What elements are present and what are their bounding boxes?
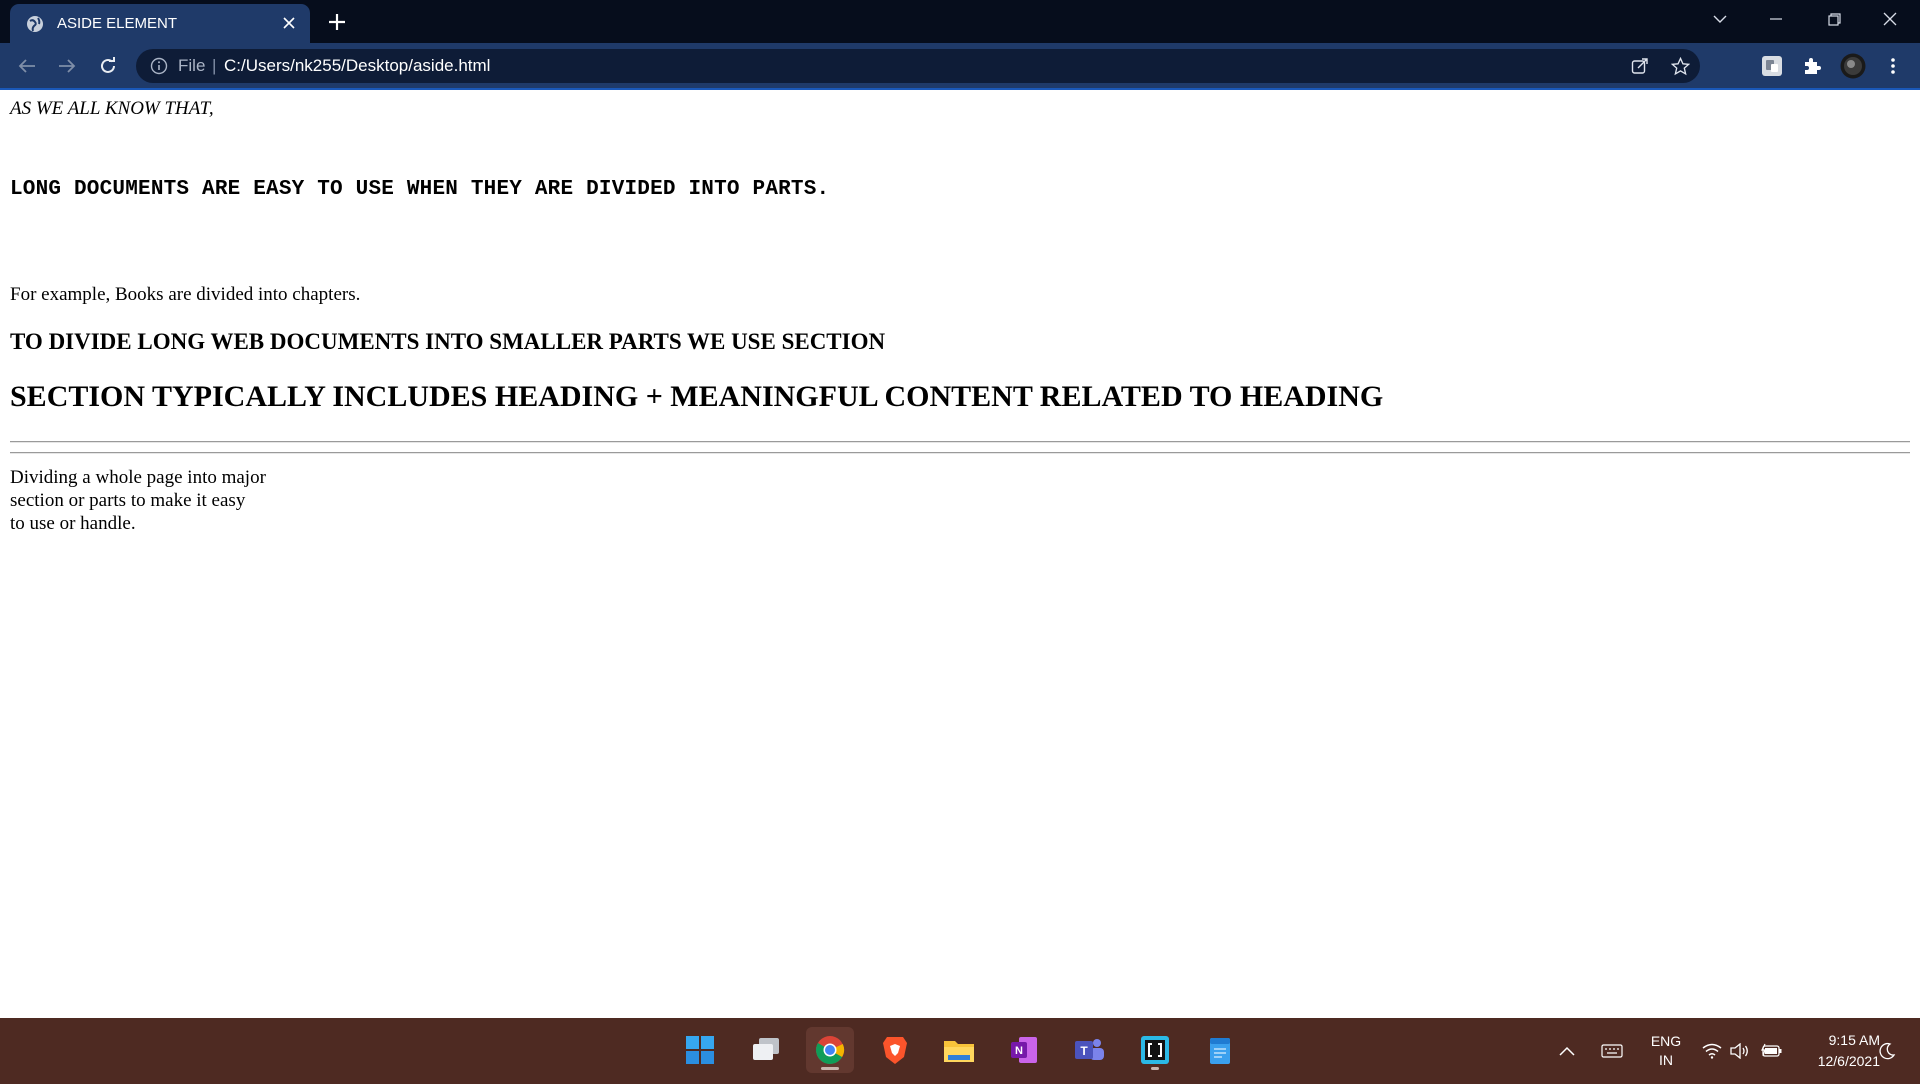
teams-icon[interactable]: T [1065, 1027, 1113, 1073]
running-indicator [821, 1067, 839, 1070]
windows-taskbar: N T ENG IN 9:15 AM 12/6/2021 [0, 1018, 1920, 1084]
aside-line: Dividing a whole page into major [10, 467, 266, 488]
browser-toolbar: File | C:/Users/nk255/Desktop/aside.html [0, 43, 1920, 90]
chevron-up-icon[interactable] [1556, 1040, 1578, 1062]
address-scheme: File [178, 56, 206, 75]
intro-text: AS WE ALL KNOW THAT, [10, 98, 214, 119]
bookmark-star-icon[interactable] [1668, 56, 1692, 76]
running-indicator [1151, 1067, 1159, 1070]
extensions-puzzle-icon[interactable] [1799, 53, 1825, 79]
minimize-button[interactable] [1748, 0, 1804, 38]
forward-button[interactable] [51, 50, 83, 82]
address-separator-icon: | [212, 56, 217, 75]
brave-icon[interactable] [871, 1027, 919, 1073]
tab-title: ASIDE ELEMENT [57, 15, 178, 32]
onenote-icon[interactable]: N [1000, 1027, 1048, 1073]
tab-aside-element[interactable]: ASIDE ELEMENT [10, 4, 310, 43]
chrome-icon[interactable] [806, 1027, 854, 1073]
aside-block: Dividing a whole page into major section… [10, 466, 310, 535]
file-explorer-icon[interactable] [935, 1027, 983, 1073]
wifi-icon[interactable] [1701, 1040, 1723, 1062]
share-icon[interactable] [1628, 56, 1652, 76]
focus-moon-icon[interactable] [1876, 1040, 1898, 1062]
tab-strip: ASIDE ELEMENT [0, 0, 1920, 43]
divider-bottom [10, 452, 1910, 454]
extension-tile-icon[interactable] [1759, 53, 1785, 79]
example-paragraph: For example, Books are divided into chap… [10, 284, 361, 305]
region-code: IN [1659, 1052, 1673, 1068]
notepad-icon[interactable] [1196, 1027, 1244, 1073]
back-button[interactable] [11, 50, 43, 82]
bracket-editor-icon[interactable] [1131, 1027, 1179, 1073]
section-heading-h3: TO DIVIDE LONG WEB DOCUMENTS INTO SMALLE… [10, 329, 886, 354]
info-icon[interactable] [150, 57, 168, 80]
page-viewport: AS WE ALL KNOW THAT, LONG DOCUMENTS ARE … [0, 90, 1920, 1018]
language-indicator[interactable]: ENG IN [1640, 1032, 1692, 1070]
clock-date: 12/6/2021 [1817, 1053, 1880, 1069]
restore-button[interactable] [1806, 0, 1862, 38]
globe-icon [25, 14, 45, 34]
battery-charging-icon[interactable] [1761, 1040, 1783, 1062]
divider-top [10, 441, 1910, 443]
menu-kebab-icon[interactable] [1880, 53, 1906, 79]
aside-line: to use or handle. [10, 513, 136, 534]
volume-icon[interactable] [1728, 1040, 1750, 1062]
close-window-button[interactable] [1862, 0, 1918, 38]
address-bar[interactable]: File | C:/Users/nk255/Desktop/aside.html [136, 49, 1700, 83]
start-windows-icon[interactable] [676, 1027, 724, 1073]
task-view-icon[interactable] [742, 1027, 790, 1073]
tab-search-icon[interactable] [1692, 0, 1748, 38]
language-code: ENG [1650, 1033, 1682, 1049]
monospace-heading: LONG DOCUMENTS ARE EASY TO USE WHEN THEY… [10, 178, 830, 201]
section-heading-h2: SECTION TYPICALLY INCLUDES HEADING + MEA… [10, 380, 1384, 413]
reload-button[interactable] [92, 50, 124, 82]
address-url[interactable]: C:/Users/nk255/Desktop/aside.html [224, 56, 490, 76]
clock[interactable]: 9:15 AM 12/6/2021 [1790, 1030, 1880, 1072]
keyboard-icon[interactable] [1601, 1040, 1623, 1062]
new-tab-button[interactable] [322, 8, 352, 36]
svg-text:N: N [1015, 1045, 1023, 1057]
profile-avatar[interactable] [1840, 53, 1866, 79]
close-tab-icon[interactable] [278, 12, 300, 34]
svg-text:T: T [1080, 1044, 1088, 1058]
clock-time: 9:15 AM [1828, 1032, 1880, 1048]
aside-line: section or parts to make it easy [10, 490, 246, 511]
